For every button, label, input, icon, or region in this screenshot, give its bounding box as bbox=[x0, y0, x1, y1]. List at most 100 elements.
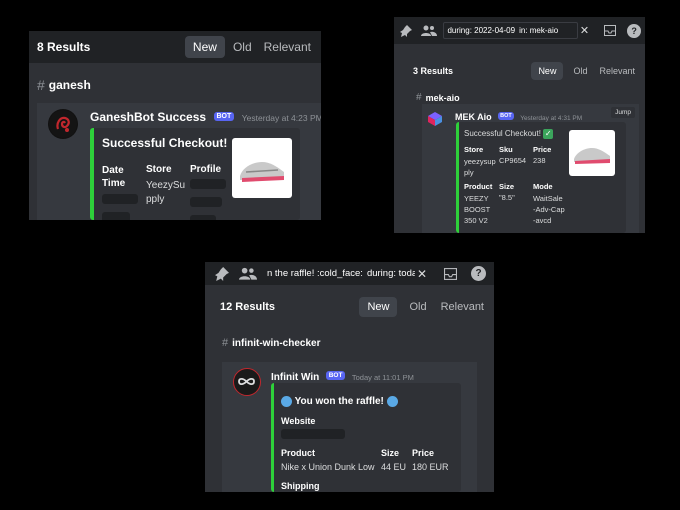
embed: You won the raffle! Website Product Nike… bbox=[271, 383, 461, 492]
results-header: 12 Results New Old Relevant bbox=[205, 291, 494, 323]
field-label: Price bbox=[533, 145, 552, 154]
hash-icon: # bbox=[222, 337, 229, 349]
help-icon[interactable]: ? bbox=[471, 266, 486, 281]
search-term: during: today bbox=[366, 268, 415, 279]
embed-title-text: Successful Checkout! bbox=[464, 129, 541, 138]
search-results-panel-ganesh: 8 Results New Old Relevant # ganesh Gane… bbox=[29, 31, 321, 220]
field-value: CP9654 bbox=[499, 156, 527, 165]
field-value: 180 EUR bbox=[412, 462, 449, 472]
avatar[interactable] bbox=[427, 111, 443, 127]
inbox-icon[interactable] bbox=[603, 24, 617, 38]
channel-label: ganesh bbox=[48, 78, 91, 92]
search-result-message[interactable]: GaneshBot Success BOT Yesterday at 4:23 … bbox=[37, 103, 321, 220]
pin-icon[interactable] bbox=[398, 23, 414, 39]
field-label: Date Time bbox=[102, 165, 126, 189]
field-label: Mode bbox=[533, 182, 553, 191]
field-label: Profile bbox=[190, 164, 222, 175]
sort-tabs: New Old Relevant bbox=[359, 297, 486, 317]
field-value: YEEZY BOOST 350 V2 bbox=[464, 194, 491, 225]
results-count: 12 Results bbox=[220, 301, 276, 313]
search-input[interactable]: during: 2022-04-09 in: mek-aio bbox=[443, 22, 578, 39]
field-label: Size bbox=[499, 182, 515, 191]
help-icon[interactable]: ? bbox=[627, 23, 641, 38]
checkmark-icon: ✓ bbox=[543, 129, 554, 139]
embed: Successful Checkout! ✓ Store yeezysupply… bbox=[456, 122, 626, 233]
embed-title: Successful Checkout! bbox=[102, 136, 228, 150]
username[interactable]: GaneshBot Success bbox=[90, 110, 206, 124]
tab-new[interactable]: New bbox=[359, 297, 398, 317]
close-icon[interactable]: ✕ bbox=[578, 24, 592, 38]
field-label: Shipping bbox=[281, 481, 320, 491]
tab-relevant[interactable]: Relevant bbox=[260, 36, 315, 58]
product-thumbnail[interactable] bbox=[232, 138, 292, 198]
sort-tabs: New Old Relevant bbox=[184, 36, 315, 58]
tab-old[interactable]: Old bbox=[225, 36, 260, 58]
results-count: 8 Results bbox=[37, 40, 91, 54]
avatar[interactable] bbox=[233, 368, 261, 396]
field-label: Size bbox=[381, 448, 400, 458]
field-value: Nike x Union Dunk Low bbox=[281, 462, 375, 472]
field-label: Store bbox=[464, 145, 484, 154]
field-label: Price bbox=[412, 448, 435, 458]
inbox-icon[interactable] bbox=[443, 267, 457, 281]
field-product: Product YEEZY BOOST 350 V2 bbox=[464, 182, 496, 226]
field-product: Product Nike x Union Dunk Low bbox=[281, 448, 375, 472]
cold-face-icon bbox=[386, 396, 398, 407]
field-label: Sku bbox=[499, 145, 513, 154]
field-label: Product bbox=[464, 182, 493, 191]
timestamp: Yesterday at 4:31 PM bbox=[520, 115, 583, 122]
results-count: 3 Results bbox=[413, 65, 454, 76]
timestamp: Yesterday at 4:23 PM bbox=[241, 113, 321, 123]
field-profile: Profile bbox=[190, 164, 230, 220]
field-price: Price 238 bbox=[533, 145, 563, 165]
redacted-value bbox=[102, 212, 130, 220]
channel-name[interactable]: # mek-aio bbox=[394, 86, 645, 103]
search-result-message[interactable]: Infinit Win BOT Today at 11:01 PM You wo… bbox=[222, 362, 477, 492]
field-sku: Sku CP9654 bbox=[499, 145, 531, 165]
field-website: Website bbox=[281, 416, 345, 444]
search-result-message[interactable]: MEK Aio BOT Yesterday at 4:31 PM Jump Su… bbox=[422, 104, 639, 233]
infinity-logo-icon bbox=[238, 377, 255, 386]
sneaker-icon bbox=[574, 148, 610, 164]
members-icon[interactable] bbox=[237, 266, 259, 282]
cold-face-icon bbox=[281, 396, 292, 407]
field-value: "8.5" bbox=[499, 193, 515, 202]
sort-tabs: New Old Relevant bbox=[531, 61, 637, 80]
search-input[interactable]: n the raffle! :cold_face: during: today bbox=[265, 265, 415, 282]
tab-old[interactable]: Old bbox=[397, 297, 438, 317]
product-thumbnail[interactable] bbox=[569, 130, 615, 176]
field-price: Price 180 EUR bbox=[412, 448, 449, 472]
close-icon[interactable]: ✕ bbox=[415, 267, 429, 281]
tab-relevant[interactable]: Relevant bbox=[597, 62, 637, 80]
embed-title: You won the raffle! bbox=[281, 396, 398, 407]
field-store: Store yeezysupply bbox=[464, 145, 496, 178]
field-value: 44 EU bbox=[381, 462, 407, 472]
field-mode: Mode WaitSale-Adv-Cap-avcd bbox=[533, 182, 565, 226]
top-toolbar: during: 2022-04-09 in: mek-aio ✕ ? bbox=[394, 17, 645, 44]
tab-old[interactable]: Old bbox=[563, 62, 597, 80]
channel-label: mek-aio bbox=[425, 92, 460, 103]
username[interactable]: MEK Aio bbox=[455, 112, 492, 122]
tab-new[interactable]: New bbox=[531, 61, 564, 80]
members-icon[interactable] bbox=[418, 23, 440, 39]
tab-relevant[interactable]: Relevant bbox=[439, 297, 486, 317]
field-label: Store bbox=[146, 164, 172, 175]
jump-button[interactable]: Jump bbox=[611, 107, 635, 118]
sneaker-icon bbox=[240, 162, 284, 182]
channel-name[interactable]: # ganesh bbox=[29, 63, 321, 93]
field-value: 238 bbox=[533, 156, 546, 165]
tab-new[interactable]: New bbox=[184, 36, 225, 58]
avatar[interactable] bbox=[48, 109, 78, 139]
redacted-value bbox=[281, 429, 345, 439]
username[interactable]: Infinit Win bbox=[271, 372, 319, 383]
redacted-value bbox=[102, 194, 138, 204]
embed-title: Successful Checkout! ✓ bbox=[464, 129, 554, 139]
search-results-panel-infinit-win: n the raffle! :cold_face: during: today … bbox=[205, 262, 494, 492]
hash-icon: # bbox=[37, 77, 45, 93]
channel-name[interactable]: # infinit-win-checker bbox=[205, 323, 494, 349]
field-value: yeezysupply bbox=[464, 157, 496, 177]
cube-logo-icon bbox=[428, 112, 442, 126]
field-value: YeezySupply bbox=[146, 180, 186, 205]
pin-icon[interactable] bbox=[213, 266, 231, 282]
results-header: 3 Results New Old Relevant bbox=[394, 55, 645, 86]
